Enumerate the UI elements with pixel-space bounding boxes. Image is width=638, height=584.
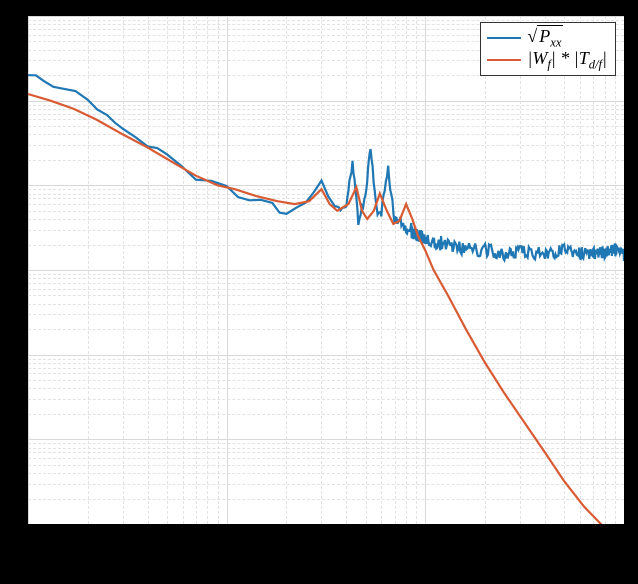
grid-line (28, 194, 624, 195)
grid-line (28, 524, 624, 525)
grid-line (28, 204, 624, 205)
grid-line (28, 484, 624, 485)
grid-line (28, 101, 624, 102)
grid-line (28, 185, 624, 186)
grid-line (28, 355, 624, 356)
grid-line (28, 245, 624, 246)
legend-label: √Pxx (527, 26, 563, 51)
grid-line (28, 388, 624, 389)
grid-line (28, 295, 624, 296)
grid-line (28, 473, 624, 474)
grid-line (28, 363, 624, 364)
grid-line (28, 439, 624, 440)
grid-line (28, 134, 624, 135)
series-sqrt(Pxx) (28, 75, 624, 261)
series-|Wf|*|Td/f| (28, 94, 624, 524)
grid-line (28, 219, 624, 220)
grid-line (28, 499, 624, 500)
grid-line (28, 314, 624, 315)
grid-line (28, 211, 624, 212)
grid-line (28, 465, 624, 466)
grid-line (28, 458, 624, 459)
grid-line (28, 368, 624, 369)
plot-area: √Pxx |Wf| * |Td/f| (26, 14, 626, 526)
grid-line (28, 16, 624, 17)
grid-line (28, 283, 624, 284)
grid-line (28, 230, 624, 231)
grid-line (28, 145, 624, 146)
grid-line (28, 105, 624, 106)
grid-line (28, 160, 624, 161)
grid-line (28, 414, 624, 415)
grid-line (28, 20, 624, 21)
grid-line (28, 359, 624, 360)
grid-line (28, 119, 624, 120)
grid-line (28, 448, 624, 449)
grid-line (28, 289, 624, 290)
legend: √Pxx |Wf| * |Td/f| (480, 22, 616, 76)
grid-line (28, 399, 624, 400)
grid-line (28, 380, 624, 381)
legend-label: |Wf| * |Td/f| (527, 48, 607, 73)
legend-entry: √Pxx (487, 27, 607, 49)
grid-line (28, 198, 624, 199)
grid-line (28, 278, 624, 279)
grid-line (28, 443, 624, 444)
grid-line (28, 329, 624, 330)
grid-line (28, 304, 624, 305)
grid-line (28, 270, 624, 271)
grid-line (624, 16, 625, 524)
legend-swatch (487, 37, 521, 39)
grid-line (28, 109, 624, 110)
grid-line (28, 114, 624, 115)
grid-line (28, 189, 624, 190)
grid-line (28, 373, 624, 374)
legend-entry: |Wf| * |Td/f| (487, 49, 607, 71)
grid-line (28, 126, 624, 127)
legend-swatch (487, 59, 521, 61)
grid-line (28, 452, 624, 453)
grid-line (28, 274, 624, 275)
